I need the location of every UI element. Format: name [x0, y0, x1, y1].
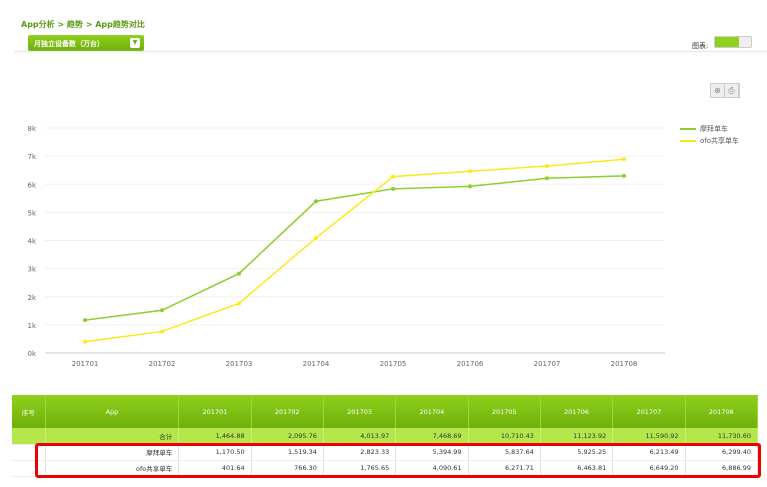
data-point[interactable]: [314, 199, 318, 204]
cell-index: [12, 428, 46, 445]
x-tick-label: 201701: [72, 360, 99, 368]
x-tick-label: 201706: [457, 360, 484, 368]
data-point[interactable]: [160, 329, 164, 334]
data-point[interactable]: [545, 163, 549, 168]
cell-value: 2,095.76: [251, 428, 324, 445]
column-header[interactable]: 201701: [178, 395, 252, 428]
data-point[interactable]: [622, 157, 626, 162]
cell-value: 11,730.60: [685, 428, 759, 445]
cell-value: 10,710.43: [468, 428, 541, 445]
data-point[interactable]: [468, 169, 472, 174]
data-point[interactable]: [622, 173, 626, 178]
cell-value: 1,464.88: [178, 428, 252, 445]
column-header[interactable]: 201705: [468, 395, 541, 428]
data-point[interactable]: [237, 271, 241, 276]
chart-legend: 摩拜单车 ofo共享单车: [680, 123, 739, 147]
x-tick-label: 201702: [149, 360, 176, 368]
column-header[interactable]: 序号: [12, 395, 46, 428]
data-point[interactable]: [545, 176, 549, 181]
column-header[interactable]: 201703: [323, 395, 397, 428]
column-header[interactable]: 201708: [685, 395, 759, 428]
x-tick-label: 201708: [611, 360, 638, 368]
series-line: [84, 175, 625, 321]
column-header[interactable]: 201706: [540, 395, 614, 428]
y-tick-label: 8k: [27, 125, 36, 133]
legend-item[interactable]: 摩拜单车: [680, 123, 739, 135]
column-header[interactable]: 201702: [251, 395, 324, 428]
y-tick-label: 0k: [27, 350, 36, 358]
column-header[interactable]: 201707: [612, 395, 686, 428]
data-point[interactable]: [391, 186, 395, 191]
x-tick-label: 201705: [380, 360, 407, 368]
data-point[interactable]: [160, 308, 164, 313]
cell-value: 4,013.97: [323, 428, 397, 445]
table-header: 序号 App 201701 201702 201703 201704 201705 20170…: [12, 395, 759, 428]
cell-value: 7,468.69: [395, 428, 469, 445]
series-line: [84, 158, 625, 343]
y-tick-label: 5k: [27, 209, 36, 217]
x-tick-label: 201703: [226, 360, 253, 368]
legend-item[interactable]: ofo共享单车: [680, 135, 739, 147]
data-point[interactable]: [83, 339, 87, 344]
y-tick-label: 4k: [27, 238, 36, 246]
y-tick-label: 6k: [27, 181, 36, 189]
data-point[interactable]: [237, 301, 241, 306]
table-row-total: 合计 1,464.88 2,095.76 4,013.97 7,468.69 10,710…: [12, 428, 759, 445]
y-tick-label: 3k: [27, 266, 36, 274]
legend-line-icon: [680, 140, 696, 142]
y-tick-label: 7k: [27, 153, 36, 161]
highlight-box: [35, 443, 761, 478]
data-point[interactable]: [468, 184, 472, 189]
cell-value: 11,123.92: [540, 428, 614, 445]
y-tick-label: 1k: [27, 322, 36, 330]
x-tick-label: 201707: [534, 360, 561, 368]
data-point[interactable]: [391, 174, 395, 179]
column-header[interactable]: 201704: [395, 395, 469, 428]
y-tick-label: 2k: [27, 294, 36, 302]
x-tick-label: 201704: [303, 360, 330, 368]
line-chart: 0k 1k 2k 3k 4k 5k 6k 7k 8k 201701 201702 201703 2017…: [27, 125, 665, 368]
column-header[interactable]: App: [45, 395, 180, 428]
cell-value: 11,590.92: [612, 428, 686, 445]
data-point[interactable]: [314, 235, 318, 240]
legend-line-icon: [680, 128, 696, 130]
cell-app: 合计: [45, 428, 180, 445]
data-point[interactable]: [83, 318, 87, 323]
